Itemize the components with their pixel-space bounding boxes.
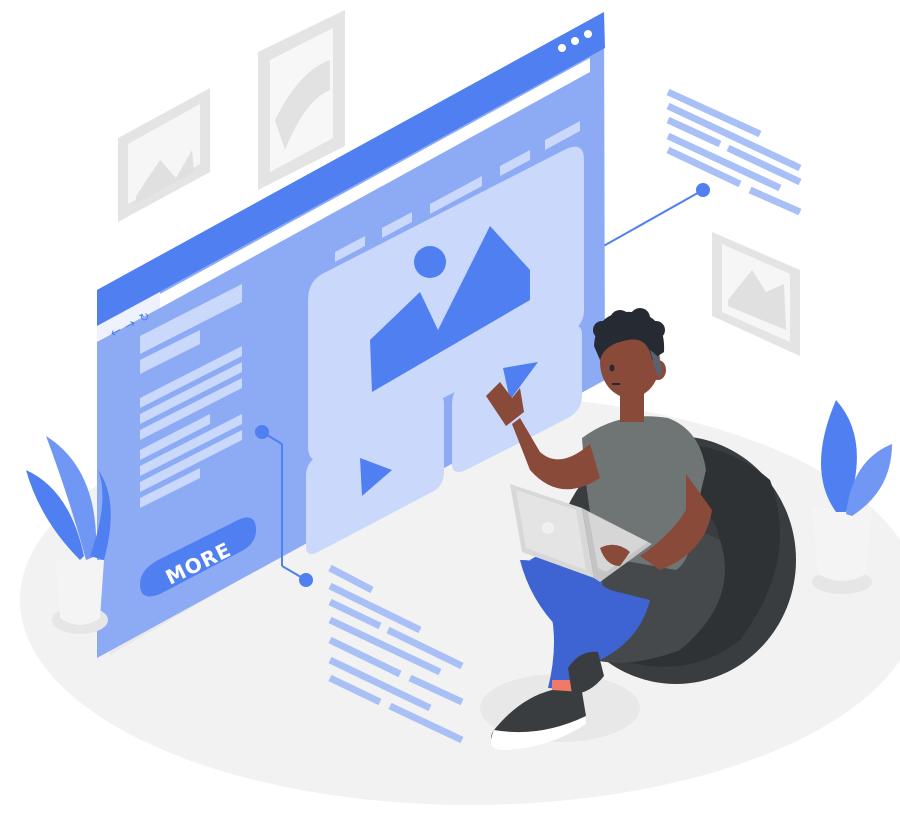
window-dot-3-icon[interactable]: [584, 30, 592, 38]
window-dot-1-icon[interactable]: [558, 44, 566, 52]
floating-text-block-top-right: [666, 88, 802, 216]
wall-frame-landscape-left: [118, 88, 210, 222]
apple-like-logo-icon: [542, 522, 554, 534]
illustration-canvas: ← → ↻ MORE: [20, 10, 900, 805]
window-dot-2-icon[interactable]: [571, 37, 579, 45]
wall-frame-right: [712, 232, 800, 356]
sun-icon: [414, 246, 446, 278]
